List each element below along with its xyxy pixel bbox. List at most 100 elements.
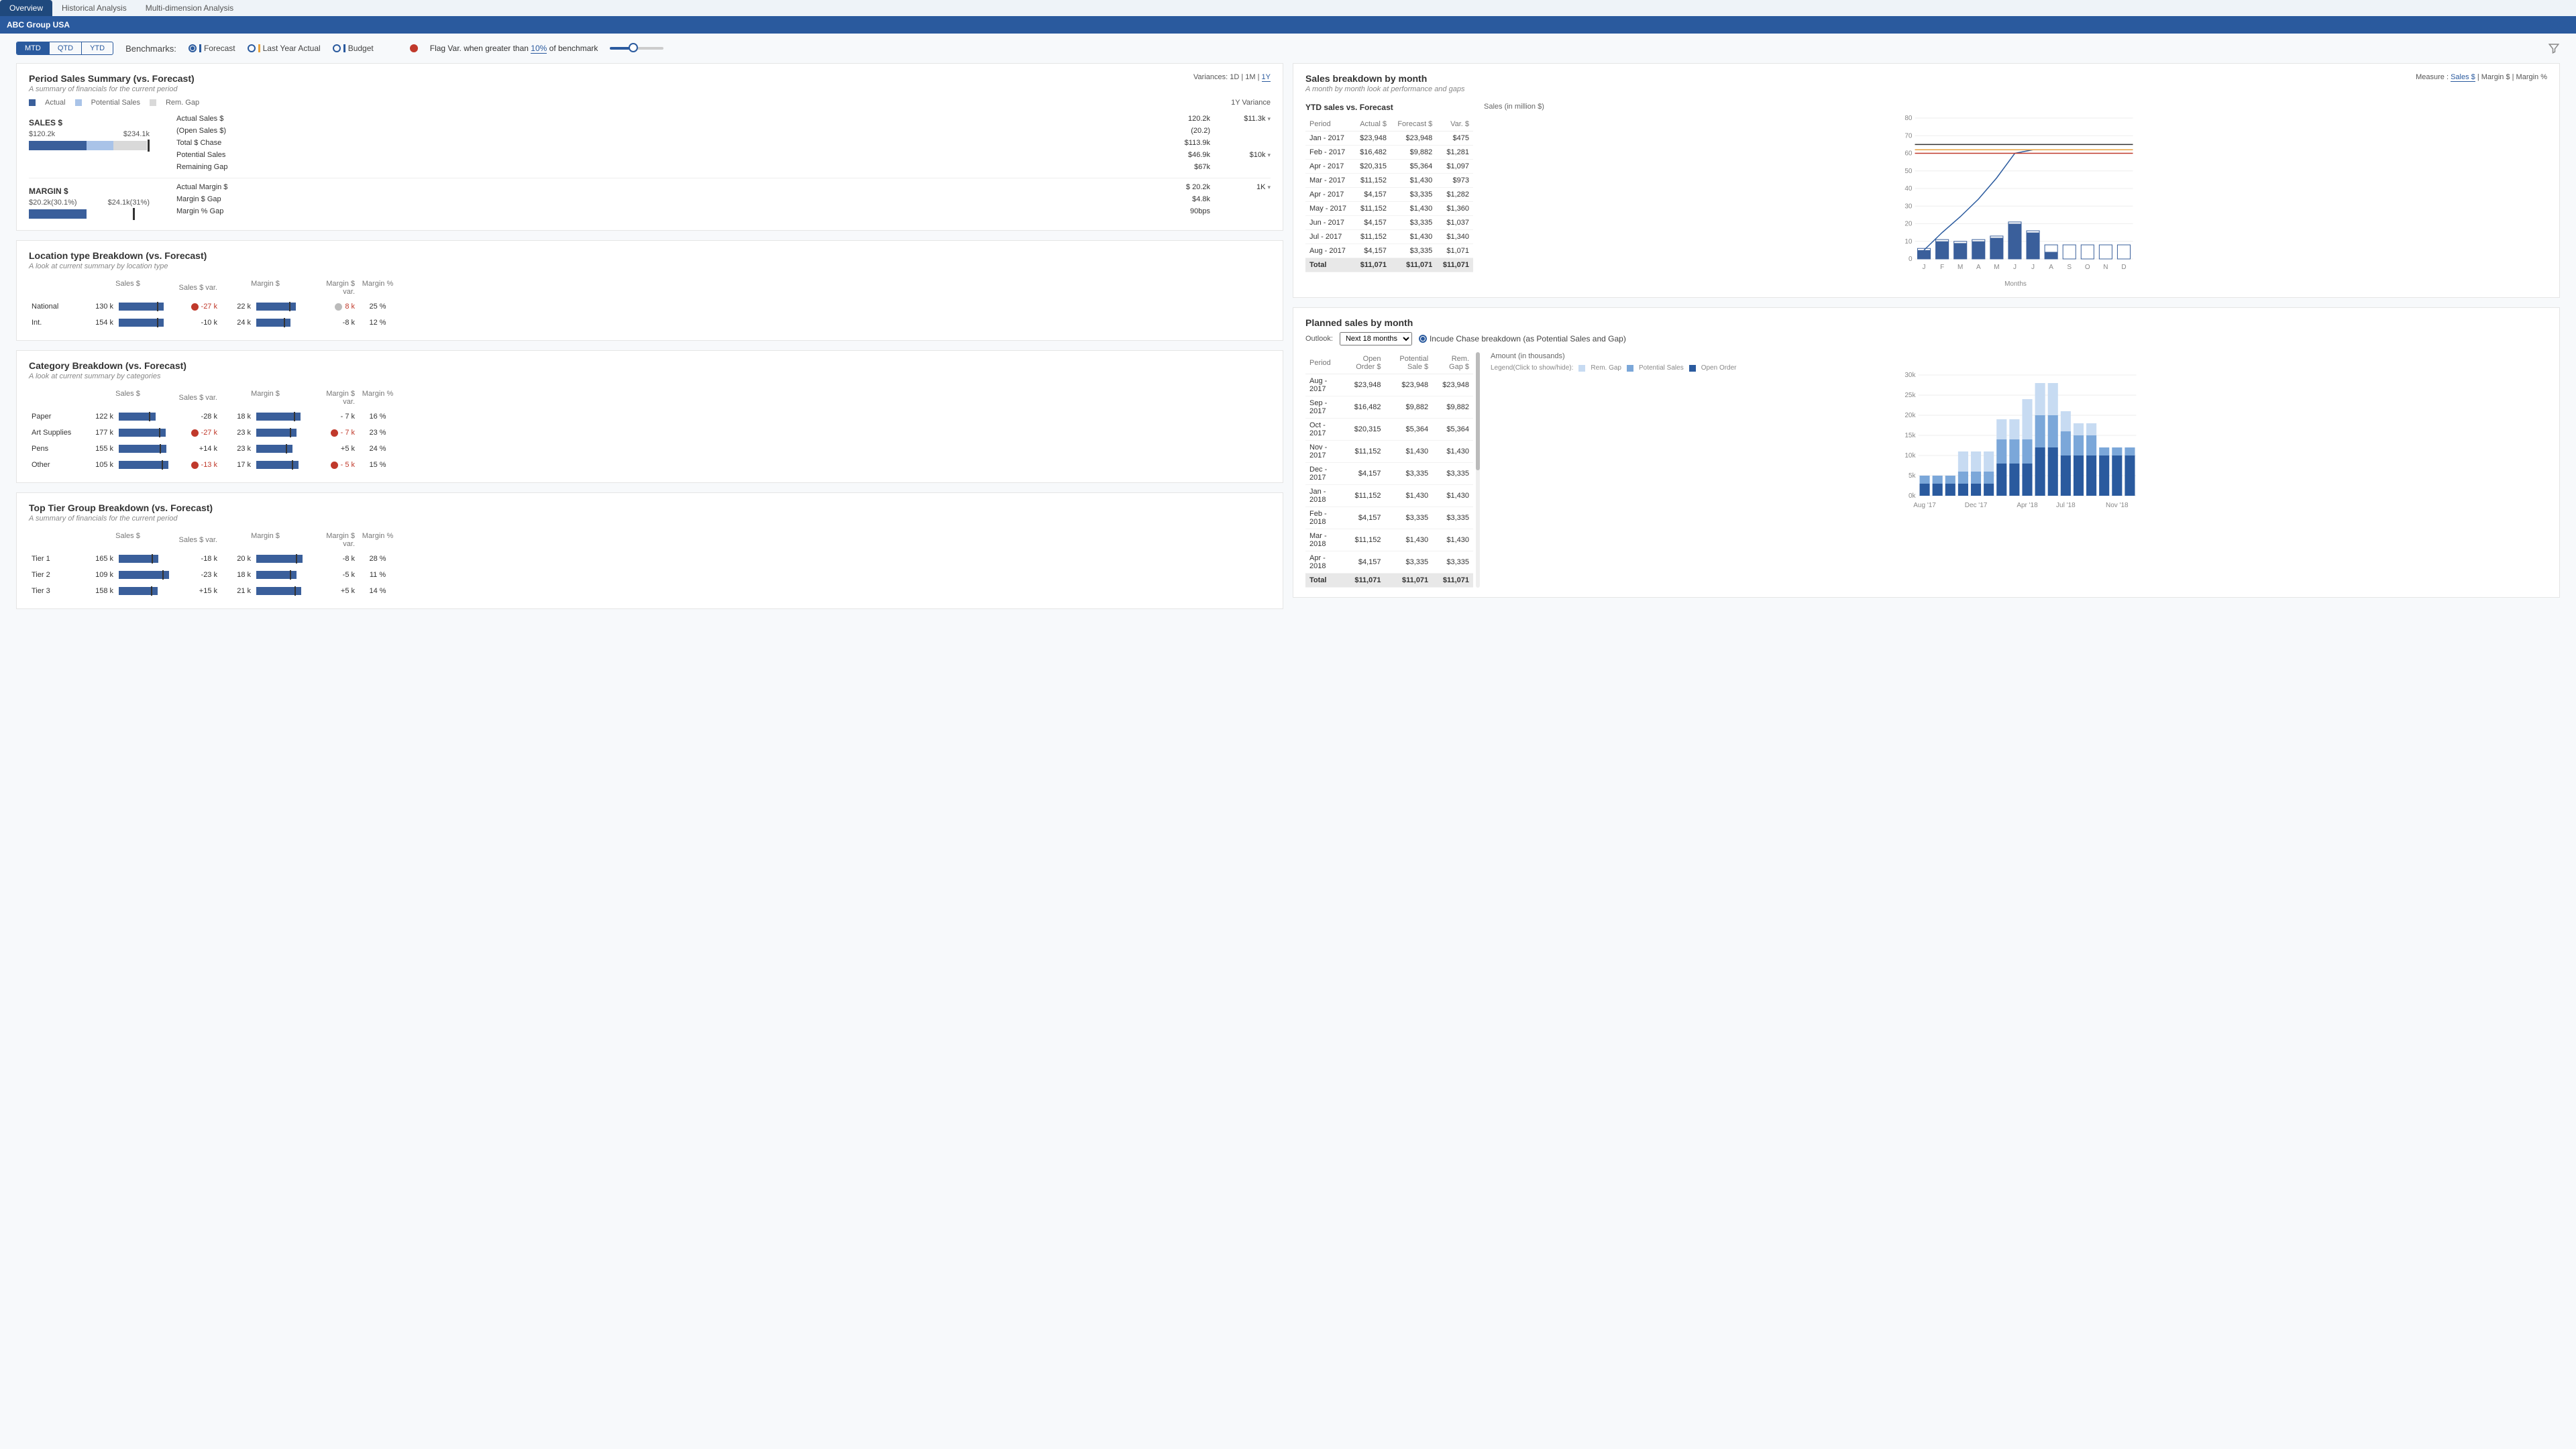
filter-icon[interactable] <box>2548 42 2560 54</box>
planned-scrollbar[interactable] <box>1476 352 1480 588</box>
svg-text:Apr '18: Apr '18 <box>2017 502 2038 509</box>
tier-breakdown-card: Top Tier Group Breakdown (vs. Forecast)A… <box>16 492 1283 609</box>
svg-text:60: 60 <box>1904 150 1913 158</box>
svg-text:30: 30 <box>1904 203 1913 210</box>
flag-threshold-link[interactable]: 10% <box>531 44 547 54</box>
svg-text:0k: 0k <box>1909 492 1917 500</box>
sales-progress-bar <box>29 141 150 150</box>
total-row: Total$11,071$11,071$11,071 <box>1305 258 1473 272</box>
period-qtd[interactable]: QTD <box>50 42 82 54</box>
org-header: ABC Group USA <box>0 16 2576 34</box>
svg-text:15k: 15k <box>1904 432 1916 439</box>
planned-title: Planned sales by month <box>1305 317 2547 328</box>
svg-text:50: 50 <box>1904 168 1913 175</box>
table-row: Tier 3158 k+15 k21 k+5 k14 % <box>29 583 1271 599</box>
period-mtd[interactable]: MTD <box>17 42 50 54</box>
benchmark-forecast[interactable]: Forecast <box>189 44 235 53</box>
period-segment: MTD QTD YTD <box>16 42 113 55</box>
ytd-title: YTD sales vs. Forecast <box>1305 103 1473 112</box>
planned-chart: 0k5k10k15k20k25k30kAug '17Dec '17Apr '18… <box>1491 372 2547 513</box>
table-row: Mar - 2018$11,152$1,430$1,430 <box>1305 529 1473 551</box>
total-row: Total$11,071$11,071$11,071 <box>1305 574 1473 588</box>
table-row: Nov - 2017$11,152$1,430$1,430 <box>1305 441 1473 463</box>
include-chase-radio[interactable]: Incude Chase breakdown (as Potential Sal… <box>1419 334 1626 343</box>
planned-table: PeriodOpen Order $Potential Sale $Rem. G… <box>1305 352 1473 588</box>
benchmark-budget[interactable]: Budget <box>333 44 374 53</box>
table-row: Jun - 2017$4,157$3,335$1,037 <box>1305 216 1473 230</box>
outlook-select[interactable]: Next 18 months <box>1340 332 1412 345</box>
period-summary-title: Period Sales Summary (vs. Forecast) <box>29 73 195 84</box>
variance-selector: Variances: 1D | 1M | 1Y <box>1193 73 1271 81</box>
period-ytd[interactable]: YTD <box>82 42 113 54</box>
svg-text:M: M <box>1957 264 1963 271</box>
table-row: Tier 1165 k-18 k20 k-8 k28 % <box>29 551 1271 567</box>
table-row: Jan - 2018$11,152$1,430$1,430 <box>1305 485 1473 507</box>
svg-text:A: A <box>1976 264 1981 271</box>
tab-overview[interactable]: Overview <box>0 0 52 16</box>
sales-by-month-card: Sales breakdown by month A month by mont… <box>1293 63 2560 298</box>
svg-text:Dec '17: Dec '17 <box>1965 502 1988 509</box>
svg-text:25k: 25k <box>1904 392 1916 399</box>
ytd-table: PeriodActual $Forecast $Var. $Jan - 2017… <box>1305 117 1473 272</box>
table-row: Art Supplies177 k-27 k23 k- 7 k23 % <box>29 425 1271 441</box>
outlook-label: Outlook: <box>1305 335 1333 343</box>
flag-dot-icon <box>410 44 418 52</box>
svg-text:S: S <box>2067 264 2072 271</box>
tab-multidim[interactable]: Multi-dimension Analysis <box>136 0 243 16</box>
chart2-legend[interactable]: Legend(Click to show/hide): Rem. Gap Pot… <box>1491 364 2547 372</box>
svg-text:F: F <box>1940 264 1944 271</box>
table-row: National130 k-27 k22 k8 k25 % <box>29 299 1271 315</box>
measure-sales[interactable]: Sales $ <box>2451 73 2475 82</box>
svg-text:J: J <box>2031 264 2035 271</box>
svg-text:10k: 10k <box>1904 452 1916 460</box>
svg-text:N: N <box>2103 264 2108 271</box>
filter-bar: MTD QTD YTD Benchmarks: Forecast Last Ye… <box>0 34 2576 63</box>
measure-others[interactable]: | Margin $ | Margin % <box>2475 73 2547 81</box>
table-row: Apr - 2017$4,157$3,335$1,282 <box>1305 188 1473 202</box>
top-tabs: Overview Historical Analysis Multi-dimen… <box>0 0 2576 16</box>
svg-text:Nov '18: Nov '18 <box>2106 502 2129 509</box>
variance-1d[interactable]: 1D | 1M | <box>1230 73 1261 81</box>
chart2-title: Amount (in thousands) <box>1491 352 2547 360</box>
svg-text:0: 0 <box>1909 256 1913 263</box>
svg-text:Aug '17: Aug '17 <box>1913 502 1936 509</box>
table-row: Jul - 2017$11,152$1,430$1,340 <box>1305 230 1473 244</box>
svg-text:10: 10 <box>1904 238 1913 246</box>
table-row: Dec - 2017$4,157$3,335$3,335 <box>1305 463 1473 485</box>
svg-text:Jul '18: Jul '18 <box>2056 502 2076 509</box>
table-row: Mar - 2017$11,152$1,430$973 <box>1305 174 1473 188</box>
svg-text:20: 20 <box>1904 221 1913 228</box>
svg-text:M: M <box>1994 264 1999 271</box>
svg-text:D: D <box>2121 264 2126 271</box>
svg-text:70: 70 <box>1904 132 1913 140</box>
table-row: Feb - 2017$16,482$9,882$1,281 <box>1305 146 1473 160</box>
table-row: Oct - 2017$20,315$5,364$5,364 <box>1305 419 1473 441</box>
tab-historical[interactable]: Historical Analysis <box>52 0 136 16</box>
table-row: Paper122 k-28 k18 k- 7 k16 % <box>29 409 1271 425</box>
table-row: Other105 k-13 k17 k- 5 k15 % <box>29 457 1271 473</box>
chart1-title: Sales (in million $) <box>1484 103 2547 111</box>
location-breakdown-card: Location type Breakdown (vs. Forecast)A … <box>16 240 1283 341</box>
period-summary-card: Period Sales Summary (vs. Forecast) A su… <box>16 63 1283 231</box>
table-row: Sep - 2017$16,482$9,882$9,882 <box>1305 396 1473 419</box>
table-row: Int.154 k-10 k24 k-8 k12 % <box>29 315 1271 331</box>
benchmark-lastyear[interactable]: Last Year Actual <box>248 44 321 53</box>
sales-section-label: SALES $ <box>29 113 176 130</box>
table-row: May - 2017$11,152$1,430$1,360 <box>1305 202 1473 216</box>
planned-sales-card: Planned sales by month Outlook: Next 18 … <box>1293 307 2560 598</box>
svg-text:80: 80 <box>1904 115 1913 122</box>
svg-text:A: A <box>2049 264 2053 271</box>
ytd-chart: 01020304050607080JFMAMJJASOND <box>1484 115 2547 276</box>
monthly-title: Sales breakdown by month <box>1305 73 1464 84</box>
svg-text:5k: 5k <box>1909 472 1917 480</box>
monthly-sub: A month by month look at performance and… <box>1305 85 1464 93</box>
svg-text:40: 40 <box>1904 185 1913 193</box>
svg-text:O: O <box>2085 264 2090 271</box>
margin-section-label: MARGIN $ <box>29 181 176 199</box>
table-row: Jan - 2017$23,948$23,948$475 <box>1305 131 1473 146</box>
variance-1y[interactable]: 1Y <box>1262 73 1271 82</box>
svg-text:30k: 30k <box>1904 372 1916 379</box>
flag-slider[interactable] <box>610 47 663 50</box>
flag-text: Flag Var. when greater than 10% of bench… <box>430 44 598 53</box>
table-row: Pens155 k+14 k23 k+5 k24 % <box>29 441 1271 457</box>
